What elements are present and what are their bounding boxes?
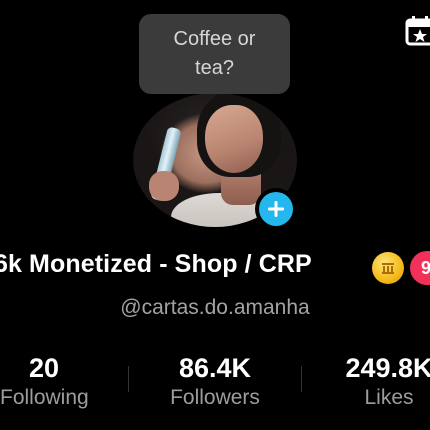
likes-count: 249.8K: [345, 353, 430, 383]
following-count: 20: [28, 353, 60, 383]
stat-followers[interactable]: 86.4K Followers: [150, 353, 280, 410]
add-avatar-button[interactable]: [255, 188, 297, 230]
calendar-star-icon[interactable]: [404, 14, 430, 48]
profile-display-name: 6k Monetized - Shop / CRP: [0, 250, 312, 278]
likes-label: Likes: [364, 386, 414, 409]
stat-divider: [301, 366, 302, 392]
notification-badge[interactable]: 9: [410, 251, 430, 285]
stat-divider: [128, 366, 129, 392]
plus-icon: [259, 192, 293, 226]
avatar-face: [205, 105, 263, 173]
coin-icon: [372, 252, 404, 284]
following-label: Following: [0, 386, 89, 409]
followers-label: Followers: [170, 386, 260, 409]
avatar-hand: [149, 171, 179, 201]
stat-likes[interactable]: 249.8K Likes: [330, 353, 430, 410]
status-bubble[interactable]: Coffee or tea?: [139, 14, 290, 94]
stat-following[interactable]: 20 Following: [0, 353, 89, 410]
followers-count: 86.4K: [178, 353, 252, 383]
profile-username: @cartas.do.amanha: [120, 296, 310, 319]
